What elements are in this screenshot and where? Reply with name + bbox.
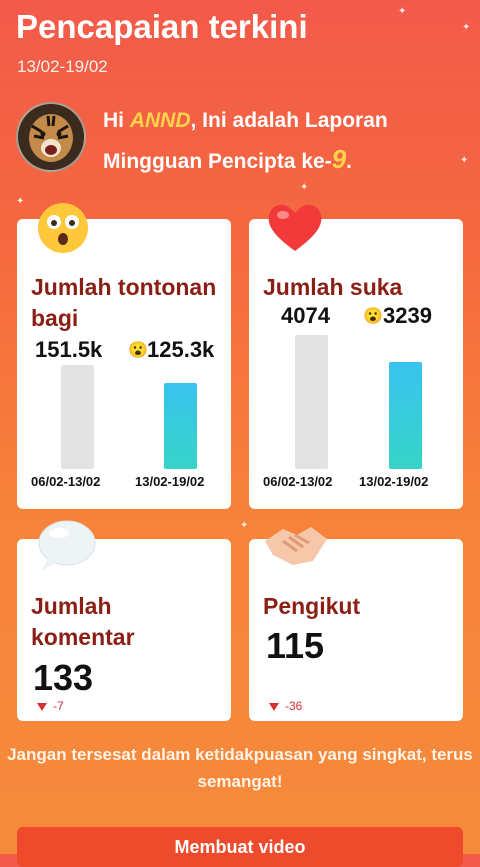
- down-triangle-icon: [37, 702, 47, 711]
- views-cur-value: 125.3k: [147, 337, 215, 362]
- likes-card[interactable]: Jumlah suka 4074 😮 3239 06/02-13/02 13/0…: [249, 204, 463, 509]
- report-number: 9: [331, 144, 347, 174]
- likes-cur-range: 13/02-19/02: [359, 474, 429, 489]
- motivational-message: Jangan tersesat dalam ketidakpuasan yang…: [7, 745, 473, 791]
- likes-prev-range: 06/02-13/02: [263, 474, 333, 489]
- likes-bar-chart: [249, 335, 463, 469]
- comments-delta: -7: [37, 699, 64, 713]
- create-video-button[interactable]: Membuat video: [17, 827, 463, 867]
- weekly-greeting: Hi ANND, Ini adalah Laporan Mingguan Pen…: [103, 102, 463, 181]
- handshake-icon: [265, 527, 327, 565]
- likes-label: Jumlah suka: [263, 274, 403, 300]
- followers-delta-value: -36: [285, 699, 303, 713]
- avatar[interactable]: [16, 102, 86, 172]
- likes-prev-value: 4074: [281, 303, 330, 328]
- surprised-face-icon: 😮: [128, 342, 148, 359]
- comments-delta-value: -7: [53, 699, 64, 713]
- sparkle-decoration: ✦: [462, 22, 471, 33]
- report-date-range: 13/02-19/02: [17, 57, 108, 76]
- likes-bar-current: [389, 362, 422, 469]
- views-bar-current: [164, 383, 197, 469]
- down-triangle-icon: [269, 702, 279, 711]
- sparkle-decoration: ✦: [398, 6, 407, 17]
- comments-card[interactable]: Jumlah komentar 133 -7: [17, 520, 231, 721]
- surprised-face-icon: [38, 203, 88, 253]
- views-label: Jumlah tontonan bagi: [31, 274, 217, 331]
- views-cur-range: 13/02-19/02: [135, 474, 205, 489]
- views-card[interactable]: Jumlah tontonan bagi 151.5k 😮 125.3k 06/…: [17, 203, 231, 509]
- likes-cur-value: 3239: [383, 303, 432, 328]
- views-prev-range: 06/02-13/02: [31, 474, 101, 489]
- comments-count: 133: [33, 657, 94, 698]
- username: ANND: [129, 109, 191, 132]
- followers-label: Pengikut: [263, 593, 361, 619]
- greeting-suffix: .: [346, 150, 353, 173]
- followers-count: 115: [266, 625, 325, 666]
- surprised-face-icon: 😮: [363, 308, 383, 325]
- views-prev-value: 151.5k: [35, 337, 103, 362]
- page-title: Pencapaian terkini: [16, 8, 308, 45]
- views-bar-chart: [17, 365, 231, 469]
- sparkle-decoration: ✦: [240, 520, 249, 531]
- followers-card[interactable]: Pengikut 115 -36: [249, 527, 463, 721]
- likes-bar-previous: [295, 335, 328, 469]
- followers-delta: -36: [269, 699, 302, 713]
- views-bar-previous: [61, 365, 94, 469]
- speech-bubble-icon: [38, 520, 96, 571]
- sparkle-decoration: ✦: [300, 182, 309, 193]
- heart-icon: [268, 204, 322, 251]
- sparkle-decoration: ✦: [16, 196, 25, 207]
- greeting-prefix: Hi: [103, 109, 130, 132]
- comments-label: Jumlah komentar: [31, 593, 135, 650]
- tiger-avatar-image: [18, 104, 84, 170]
